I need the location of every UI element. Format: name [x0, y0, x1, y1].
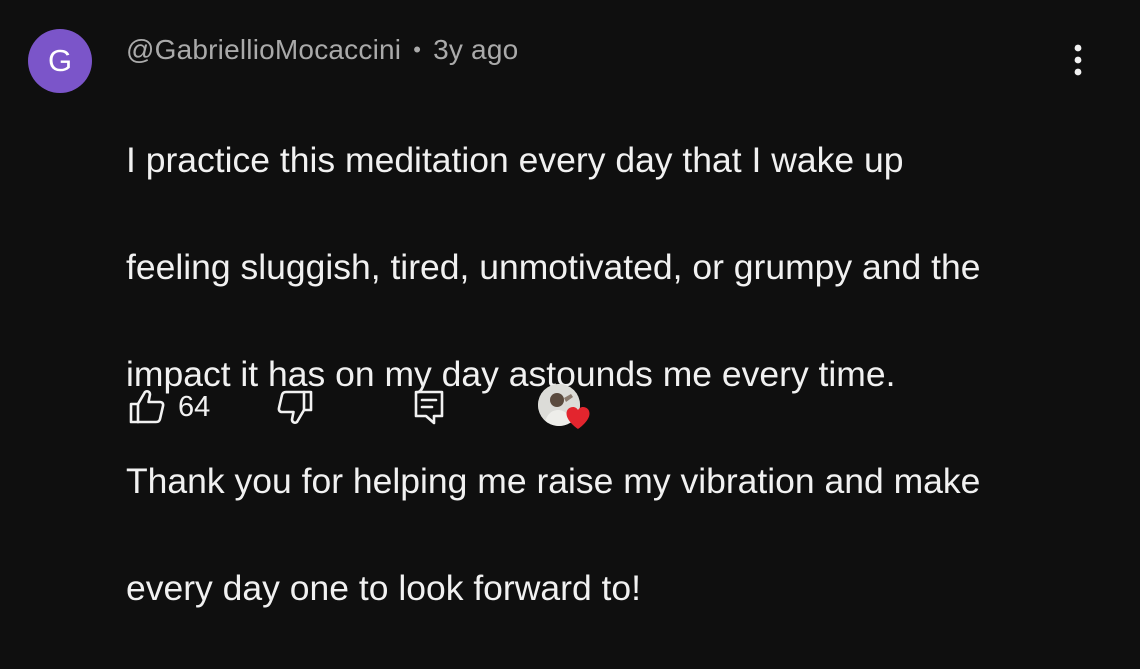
dislike-button[interactable]	[272, 384, 318, 430]
header-separator: •	[413, 37, 422, 62]
comment-text-line: I practice this meditation every day tha…	[126, 139, 904, 180]
like-button[interactable]	[124, 384, 170, 430]
heart-icon	[566, 407, 590, 429]
like-count: 64	[178, 391, 211, 423]
comment-text: I practice this meditation every day tha…	[126, 80, 1116, 669]
creator-heart-badge[interactable]	[536, 382, 596, 436]
comment-text-line: feeling sluggish, tired, unmotivated, or…	[126, 246, 981, 287]
thumbs-up-icon	[129, 390, 165, 424]
comment-text-line: Thank you for helping me raise my vibrat…	[126, 460, 981, 501]
reply-button[interactable]	[406, 384, 452, 430]
comment-action-bar: 64	[0, 380, 1140, 436]
avatar-letter: G	[47, 43, 73, 78]
thumbs-down-icon	[277, 390, 313, 424]
comment-timestamp[interactable]: 3y ago	[433, 34, 518, 66]
more-vert-icon	[1074, 44, 1082, 76]
more-options-button[interactable]	[1060, 38, 1096, 82]
comment-text-line: every day one to look forward to!	[126, 567, 642, 608]
author-name[interactable]: @GabriellioMocaccini	[126, 34, 401, 66]
comment-header: @GabriellioMocaccini • 3y ago	[126, 30, 518, 70]
author-avatar[interactable]: G	[28, 29, 92, 93]
reply-icon	[414, 390, 444, 425]
comment-thread: G @GabriellioMocaccini • 3y ago I practi…	[0, 0, 1140, 608]
